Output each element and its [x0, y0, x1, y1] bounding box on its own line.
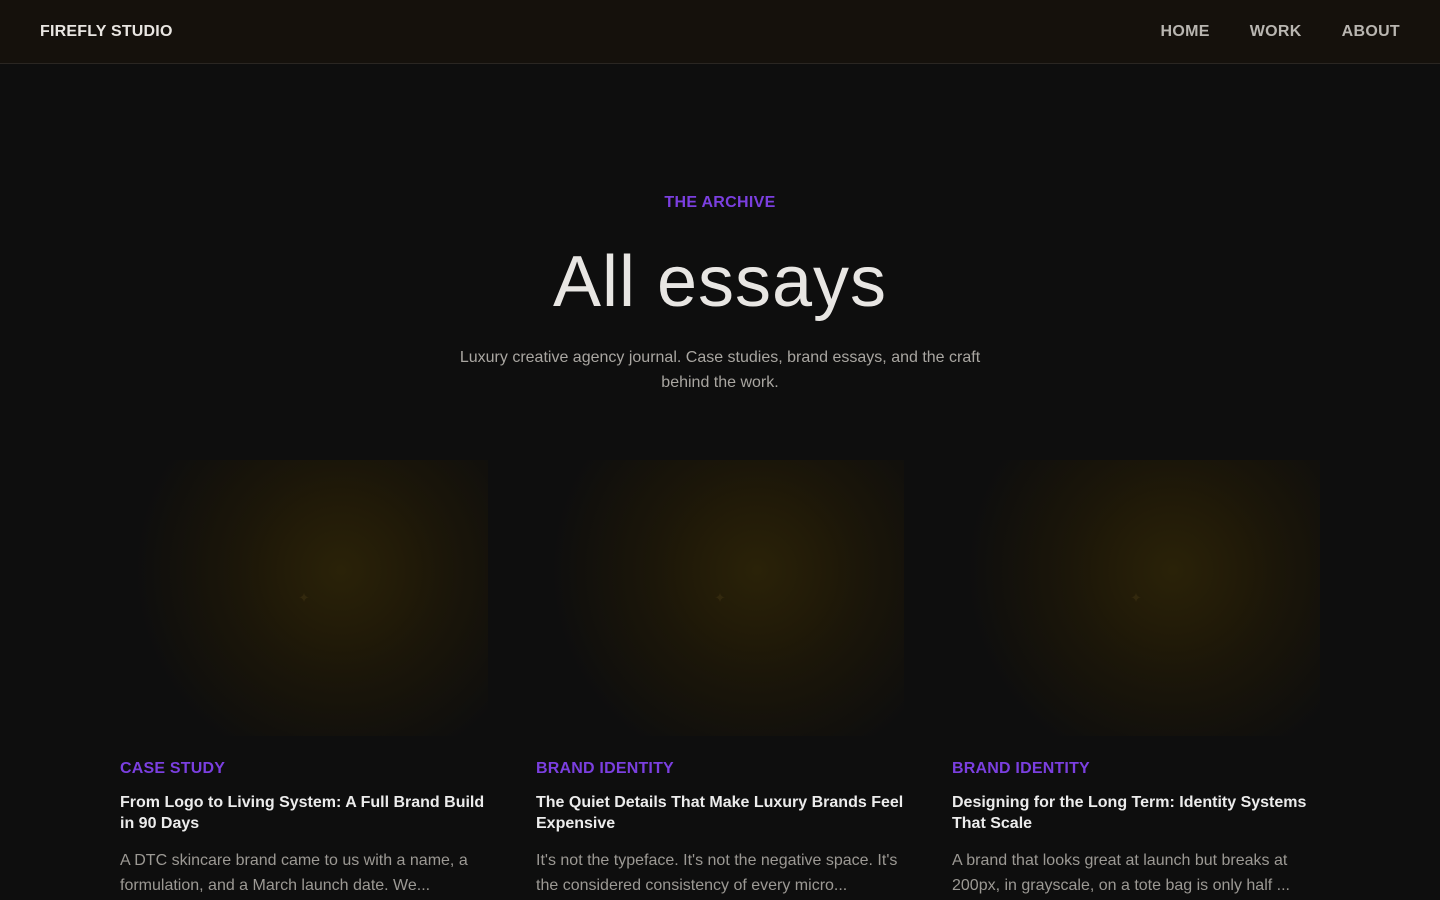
main-nav: HOME WORK ABOUT: [1161, 23, 1400, 41]
essay-excerpt: A DTC skincare brand came to us with a n…: [120, 852, 468, 894]
essay-category: BRAND IDENTITY: [536, 760, 674, 777]
sparkle-icon: ✦: [714, 589, 726, 606]
hero-subtitle: Luxury creative agency journal. Case stu…: [459, 349, 981, 391]
hero-eyebrow: THE ARCHIVE: [664, 194, 776, 211]
brand-logo[interactable]: FIREFLY STUDIO: [40, 23, 173, 41]
essay-card[interactable]: ✦ BRAND IDENTITY The Quiet Details That …: [536, 460, 904, 898]
sparkle-icon: ✦: [1130, 589, 1142, 606]
essay-title[interactable]: The Quiet Details That Make Luxury Brand…: [536, 792, 904, 834]
essay-card[interactable]: ✦ CASE STUDY From Logo to Living System:…: [120, 460, 488, 898]
essay-card[interactable]: ✦ BRAND IDENTITY Designing for the Long …: [952, 460, 1320, 898]
essay-title[interactable]: Designing for the Long Term: Identity Sy…: [952, 792, 1320, 834]
essay-excerpt: A brand that looks great at launch but b…: [952, 852, 1290, 894]
essay-title[interactable]: From Logo to Living System: A Full Brand…: [120, 792, 488, 834]
nav-about[interactable]: ABOUT: [1342, 23, 1400, 41]
essay-excerpt: It's not the typeface. It's not the nega…: [536, 852, 898, 894]
site-header: FIREFLY STUDIO HOME WORK ABOUT: [0, 0, 1440, 64]
essay-thumbnail[interactable]: ✦: [952, 460, 1320, 736]
essay-thumbnail[interactable]: ✦: [120, 460, 488, 736]
page-title: All essays: [552, 242, 888, 322]
essay-thumbnail[interactable]: ✦: [536, 460, 904, 736]
nav-work[interactable]: WORK: [1250, 23, 1302, 41]
essay-category: CASE STUDY: [120, 760, 226, 777]
nav-home[interactable]: HOME: [1161, 23, 1210, 41]
sparkle-icon: ✦: [298, 589, 310, 606]
essay-category: BRAND IDENTITY: [952, 760, 1090, 777]
